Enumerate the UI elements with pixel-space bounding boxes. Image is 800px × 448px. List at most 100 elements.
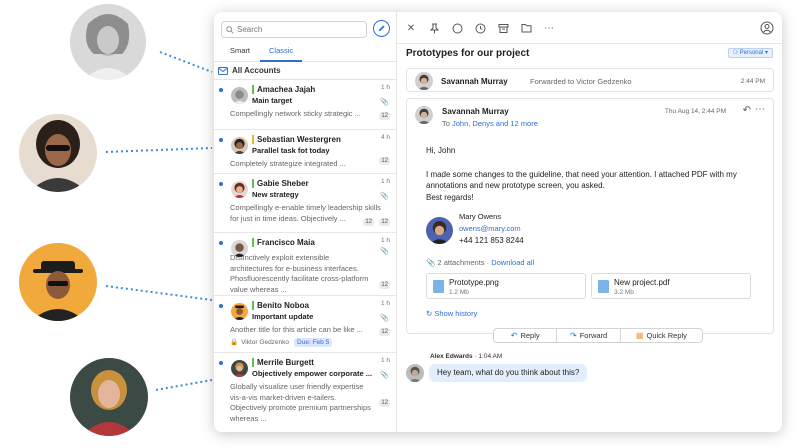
mail-window: Smart Classic All Accounts Amachea Jajah…: [214, 12, 782, 432]
signature: Mary Owens owens@mary.com +44 121 853 82…: [426, 211, 646, 251]
message-preview: Completely strategize integrated ...: [230, 159, 346, 168]
message-subject: Parallel task fot today: [252, 146, 330, 155]
sender-name: Sebastian Westergren: [257, 134, 341, 144]
count-badge: 12: [379, 218, 390, 226]
signature-avatar: [426, 217, 453, 244]
list-item[interactable]: Merrile Burgett 1 h Objectively empower …: [214, 353, 396, 423]
chat-avatar: [406, 364, 424, 382]
unread-dot: [219, 182, 223, 186]
list-item[interactable]: Francisco Maia 1 h 📎 Distinctively explo…: [214, 233, 396, 296]
tab-smart[interactable]: Smart: [230, 42, 250, 62]
avatar: [231, 87, 248, 104]
avatar: [231, 137, 248, 154]
due-badge: Due: Feb 5: [294, 337, 333, 347]
attachment-icon: 📎: [380, 372, 389, 379]
forward-button[interactable]: ↷ Forward: [557, 329, 621, 342]
signature-name: Mary Owens: [459, 212, 502, 221]
attachments-count: 2 attachments: [437, 258, 485, 267]
unread-dot: [219, 88, 223, 92]
message-list: Amachea Jajah 1 h Main target 📎 Compelli…: [214, 80, 396, 423]
count-badge: 12: [379, 399, 390, 407]
reply-button[interactable]: ↶ Reply: [494, 329, 558, 342]
signature-phone: +44 121 853 8244: [459, 236, 524, 245]
message-time: 1 h: [380, 300, 390, 307]
message-time: 2:44 PM: [740, 78, 765, 85]
compose-button[interactable]: [373, 20, 390, 37]
reply-icon[interactable]: ↶: [743, 105, 751, 116]
avatar: [231, 240, 248, 257]
list-item[interactable]: Benito Noboa 1 h Important update 📎 Anot…: [214, 296, 396, 353]
forwarded-message-card[interactable]: Savannah Murray Forwarded to Victor Gedz…: [406, 68, 774, 92]
toolbar: ✕ ⋯: [397, 12, 782, 44]
folder-tag[interactable]: ⚆ Personal ▾: [727, 48, 773, 58]
accounts-label: All Accounts: [232, 66, 281, 75]
message-subject: New strategy: [252, 190, 299, 199]
label-bar: [252, 178, 254, 188]
sender-name: Francisco Maia: [257, 237, 315, 247]
list-item[interactable]: Sebastian Westergren 4 h Parallel task f…: [214, 130, 396, 174]
count-badge: 12: [363, 218, 374, 226]
archive-icon[interactable]: [497, 22, 509, 34]
to-prefix: To: [442, 119, 450, 128]
quick-reply-button[interactable]: ▦ Quick Reply: [621, 329, 702, 342]
sender-name: Benito Noboa: [257, 300, 309, 310]
search-box[interactable]: [221, 21, 367, 38]
message-subject: Important update: [252, 312, 314, 321]
attachment-icon: 📎: [380, 248, 389, 255]
search-input[interactable]: [237, 25, 357, 34]
list-item[interactable]: Gabie Sheber 1 h New strategy 📎 Compelli…: [214, 174, 396, 233]
list-item[interactable]: Amachea Jajah 1 h Main target 📎 Compelli…: [214, 80, 396, 130]
more-icon[interactable]: ⋯: [543, 22, 555, 34]
more-icon[interactable]: ⋯: [755, 104, 765, 115]
list-tabs: Smart Classic: [214, 42, 396, 62]
email-body: Hi, John I made some changes to the guid…: [426, 145, 766, 203]
inbox-icon: [218, 66, 228, 75]
chat-author: Alex Edwards: [430, 353, 473, 360]
attachment-icon: 📎: [380, 193, 389, 200]
tab-classic[interactable]: Classic: [260, 42, 303, 62]
forward-label: Forward: [579, 331, 608, 340]
attachments-header: 📎 2 attachments · Download all: [426, 258, 535, 267]
sender-name: Gabie Sheber: [257, 178, 309, 188]
greeting: Hi, John: [426, 146, 456, 155]
count-badge: 12: [379, 112, 390, 120]
unread-dot: [219, 361, 223, 365]
task-meta: 🔒 Viktor Gedzenko Due: Feb 5: [230, 337, 390, 347]
circle-icon[interactable]: [451, 22, 463, 34]
attachment-icon: 📎: [426, 258, 436, 267]
message-preview: Compellingly network sticky strategic ..…: [230, 109, 361, 118]
signature-email[interactable]: owens@mary.com: [459, 224, 521, 233]
message-time: Thu Aug 14, 2:44 PM: [664, 108, 726, 115]
message-list-pane: Smart Classic All Accounts Amachea Jajah…: [214, 12, 397, 432]
attachment-card[interactable]: Prototype.png 1.2 Mb: [426, 273, 586, 299]
user-settings-icon[interactable]: [760, 21, 774, 35]
close-icon[interactable]: ✕: [405, 22, 417, 34]
chat-meta: Alex Edwards · 1:04 AM: [430, 353, 503, 360]
action-bar: ↶ Reply ↷ Forward ▦ Quick Reply: [493, 328, 703, 343]
email-card: Savannah Murray To John, Denys and 12 mo…: [406, 98, 774, 334]
recipients-link[interactable]: John, Denys and 12 more: [452, 119, 538, 128]
sender-name: Savannah Murray: [441, 77, 508, 86]
avatar: [231, 360, 248, 377]
count-badge: 12: [379, 281, 390, 289]
body-text: I made some changes to the guideline, th…: [426, 169, 737, 191]
user-icon: ⚆: [732, 50, 738, 56]
folder-icon[interactable]: [520, 22, 532, 34]
file-name: New project.pdf: [614, 278, 670, 287]
history-label: Show history: [434, 309, 478, 318]
message-time: 1 h: [380, 84, 390, 91]
clock-icon[interactable]: [474, 22, 486, 34]
show-history-link[interactable]: ↻ Show history: [426, 309, 477, 318]
pin-icon[interactable]: [428, 22, 440, 34]
assignee: Viktor Gedzenko: [241, 338, 290, 346]
all-accounts-header[interactable]: All Accounts: [214, 62, 396, 80]
download-all-link[interactable]: Download all: [491, 258, 534, 267]
chat-time: 1:04 AM: [478, 353, 503, 360]
attachment-card[interactable]: New project.pdf 3.2 Mb: [591, 273, 751, 299]
label-bar: [252, 134, 254, 144]
avatar: [415, 72, 433, 90]
file-name: Prototype.png: [449, 278, 499, 287]
label-bar: [252, 357, 254, 367]
message-preview: Globally visualize user friendly experti…: [230, 382, 371, 423]
reply-icon: ↶: [510, 331, 518, 340]
